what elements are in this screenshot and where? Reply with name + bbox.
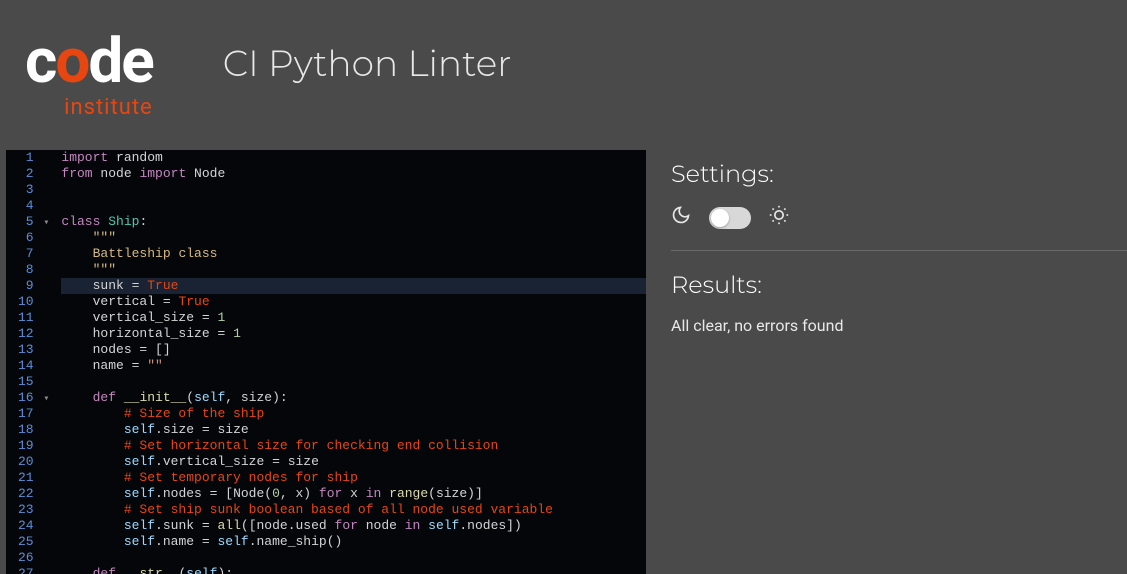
code-line[interactable]: self.name = self.name_ship()	[61, 534, 646, 550]
code-line[interactable]	[61, 374, 646, 390]
line-number: 2	[18, 166, 49, 182]
line-number: 11	[18, 310, 49, 326]
code-line[interactable]: import random	[61, 150, 646, 166]
line-number: 19	[18, 438, 49, 454]
code-line[interactable]	[61, 550, 646, 566]
sidebar: Settings: Results: All clear, no errors …	[646, 150, 1127, 574]
line-number: 26	[18, 550, 49, 566]
logo-letter-o: o	[55, 25, 88, 98]
line-number: 21	[18, 470, 49, 486]
logo-letter-de: de	[88, 25, 152, 98]
logo: code institute	[25, 31, 153, 120]
line-number: 23	[18, 502, 49, 518]
line-number: 27	[18, 566, 49, 574]
line-number: 14	[18, 358, 49, 374]
code-line[interactable]	[61, 198, 646, 214]
line-number: 12	[18, 326, 49, 342]
line-number: 13	[18, 342, 49, 358]
code-line[interactable]: self.sunk = all([node.used for node in s…	[61, 518, 646, 534]
line-number: 16 ▾	[18, 390, 49, 406]
page-title: CI Python Linter	[223, 42, 512, 86]
code-line[interactable]	[61, 182, 646, 198]
line-number: 1	[18, 150, 49, 166]
theme-toggle[interactable]	[709, 207, 751, 229]
sun-icon	[769, 205, 789, 230]
line-number: 15	[18, 374, 49, 390]
line-number: 8	[18, 262, 49, 278]
results-heading: Results:	[671, 271, 1127, 300]
code-line[interactable]: """	[61, 262, 646, 278]
code-line[interactable]: # Set temporary nodes for ship	[61, 470, 646, 486]
code-area[interactable]: import randomfrom node import Node class…	[57, 150, 646, 574]
line-number: 24	[18, 518, 49, 534]
toggle-knob	[711, 209, 729, 227]
code-line[interactable]: name = ""	[61, 358, 646, 374]
line-number: 6	[18, 230, 49, 246]
code-editor[interactable]: 1 2 3 4 5 ▾6 7 8 9 10 11 12 13 14 15 16 …	[6, 150, 646, 574]
line-number: 4	[18, 198, 49, 214]
app-header: code institute CI Python Linter	[0, 0, 1127, 150]
line-number: 17	[18, 406, 49, 422]
code-line[interactable]: # Set horizontal size for checking end c…	[61, 438, 646, 454]
code-line[interactable]: # Size of the ship	[61, 406, 646, 422]
code-line[interactable]: Battleship class	[61, 246, 646, 262]
code-line[interactable]: # Set ship sunk boolean based of all nod…	[61, 502, 646, 518]
settings-heading: Settings:	[671, 160, 1127, 189]
code-line[interactable]: sunk = True	[61, 278, 646, 294]
line-number: 3	[18, 182, 49, 198]
code-line[interactable]: self.vertical_size = size	[61, 454, 646, 470]
code-line[interactable]: self.nodes = [Node(0, x) for x in range(…	[61, 486, 646, 502]
main-content: 1 2 3 4 5 ▾6 7 8 9 10 11 12 13 14 15 16 …	[0, 150, 1127, 574]
line-number: 22	[18, 486, 49, 502]
logo-letter-c: c	[25, 25, 55, 98]
code-line[interactable]: def __init__(self, size):	[61, 390, 646, 406]
line-number: 20	[18, 454, 49, 470]
code-line[interactable]: horizontal_size = 1	[61, 326, 646, 342]
code-line[interactable]: vertical_size = 1	[61, 310, 646, 326]
code-line[interactable]: """	[61, 230, 646, 246]
logo-subtext: institute	[64, 95, 153, 120]
line-number: 10	[18, 294, 49, 310]
line-number-gutter: 1 2 3 4 5 ▾6 7 8 9 10 11 12 13 14 15 16 …	[6, 150, 57, 574]
code-line[interactable]: self.size = size	[61, 422, 646, 438]
code-line[interactable]: vertical = True	[61, 294, 646, 310]
line-number: 7	[18, 246, 49, 262]
results-message: All clear, no errors found	[671, 316, 1127, 335]
line-number: 25	[18, 534, 49, 550]
logo-wordmark: code	[25, 31, 153, 93]
line-number: 18	[18, 422, 49, 438]
line-number: 5 ▾	[18, 214, 49, 230]
code-line[interactable]: def __str__(self):	[61, 566, 646, 574]
moon-icon	[671, 205, 691, 230]
theme-settings-row	[671, 205, 1127, 251]
code-line[interactable]: from node import Node	[61, 166, 646, 182]
line-number: 9	[18, 278, 49, 294]
code-line[interactable]: nodes = []	[61, 342, 646, 358]
code-line[interactable]: class Ship:	[61, 214, 646, 230]
